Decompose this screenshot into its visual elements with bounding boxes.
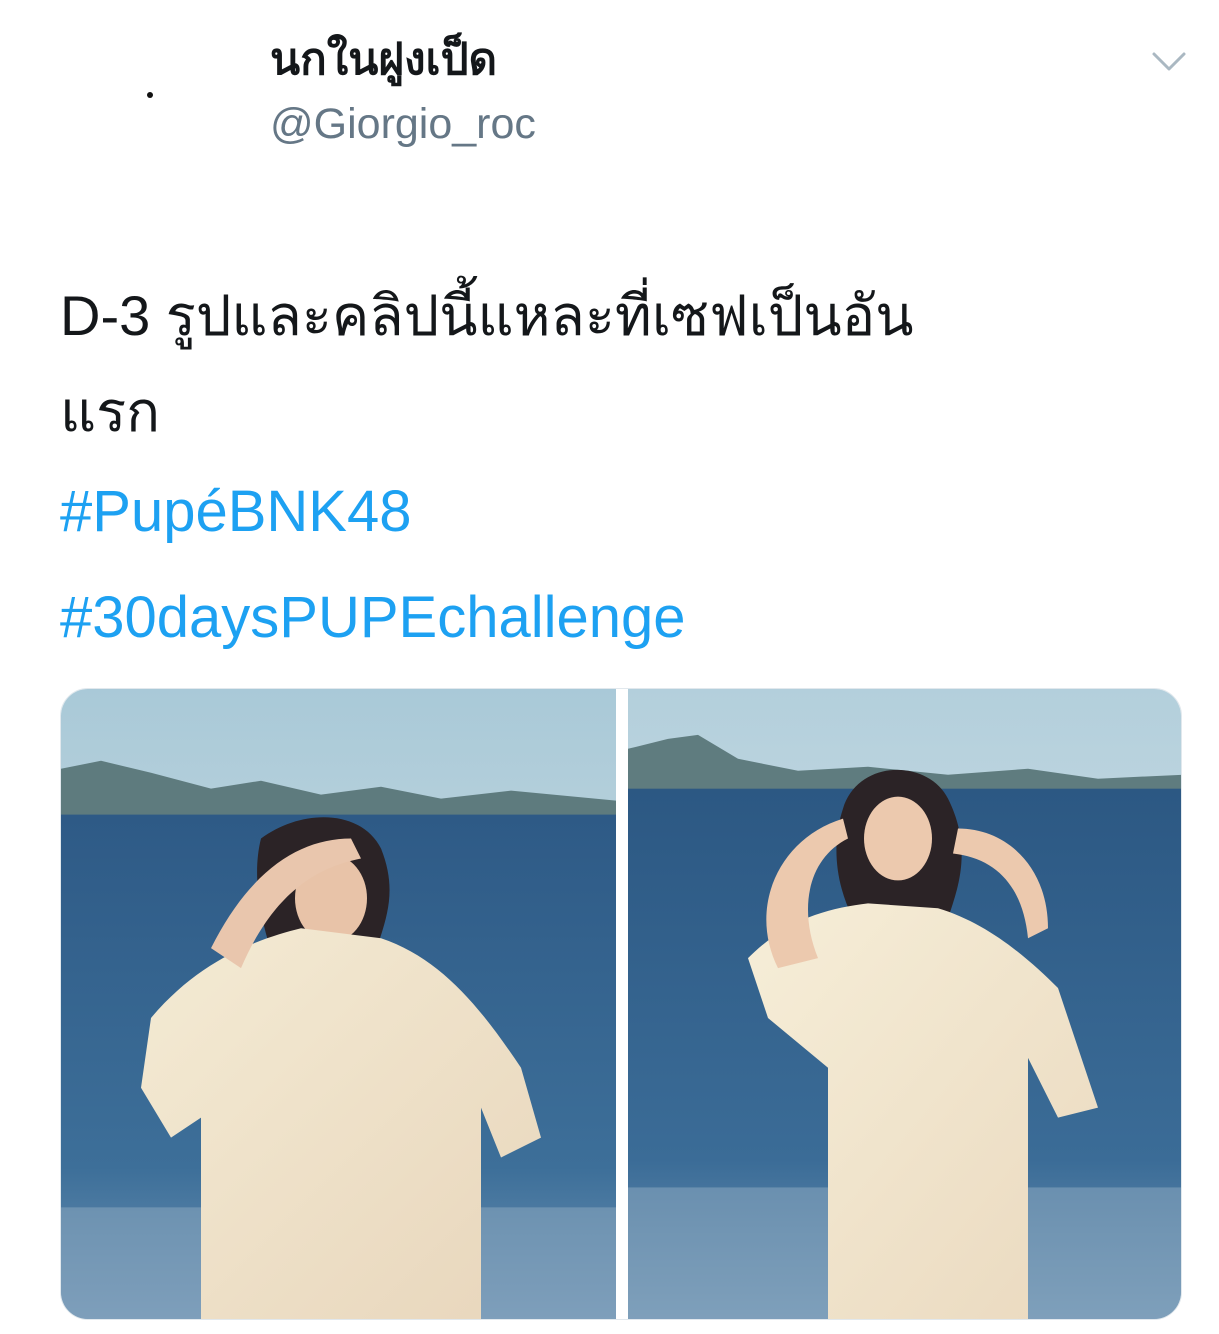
tweet-text-line-2: แรก — [60, 380, 161, 443]
avatar-image — [147, 92, 153, 98]
author-display-name[interactable]: นกในฝูงเป็ด — [270, 30, 497, 90]
media-grid — [60, 688, 1182, 1320]
tweet-text: D-3 รูปและคลิปนี้แหละที่เซฟเป็นอัน แรก — [60, 268, 1180, 460]
hashtag-link[interactable]: #PupéBNK48 — [60, 472, 411, 552]
hashtag-link[interactable]: #30daysPUPEchallenge — [60, 578, 686, 658]
author-handle[interactable]: @Giorgio_roc — [270, 96, 536, 152]
chevron-down-icon[interactable] — [1151, 48, 1187, 76]
tweet-text-line-1: D-3 รูปและคลิปนี้แหละที่เซฟเป็นอัน — [60, 284, 914, 347]
tweet-photo-2[interactable] — [628, 689, 1181, 1319]
tweet-photo-1[interactable] — [61, 689, 616, 1319]
avatar[interactable] — [92, 40, 212, 160]
